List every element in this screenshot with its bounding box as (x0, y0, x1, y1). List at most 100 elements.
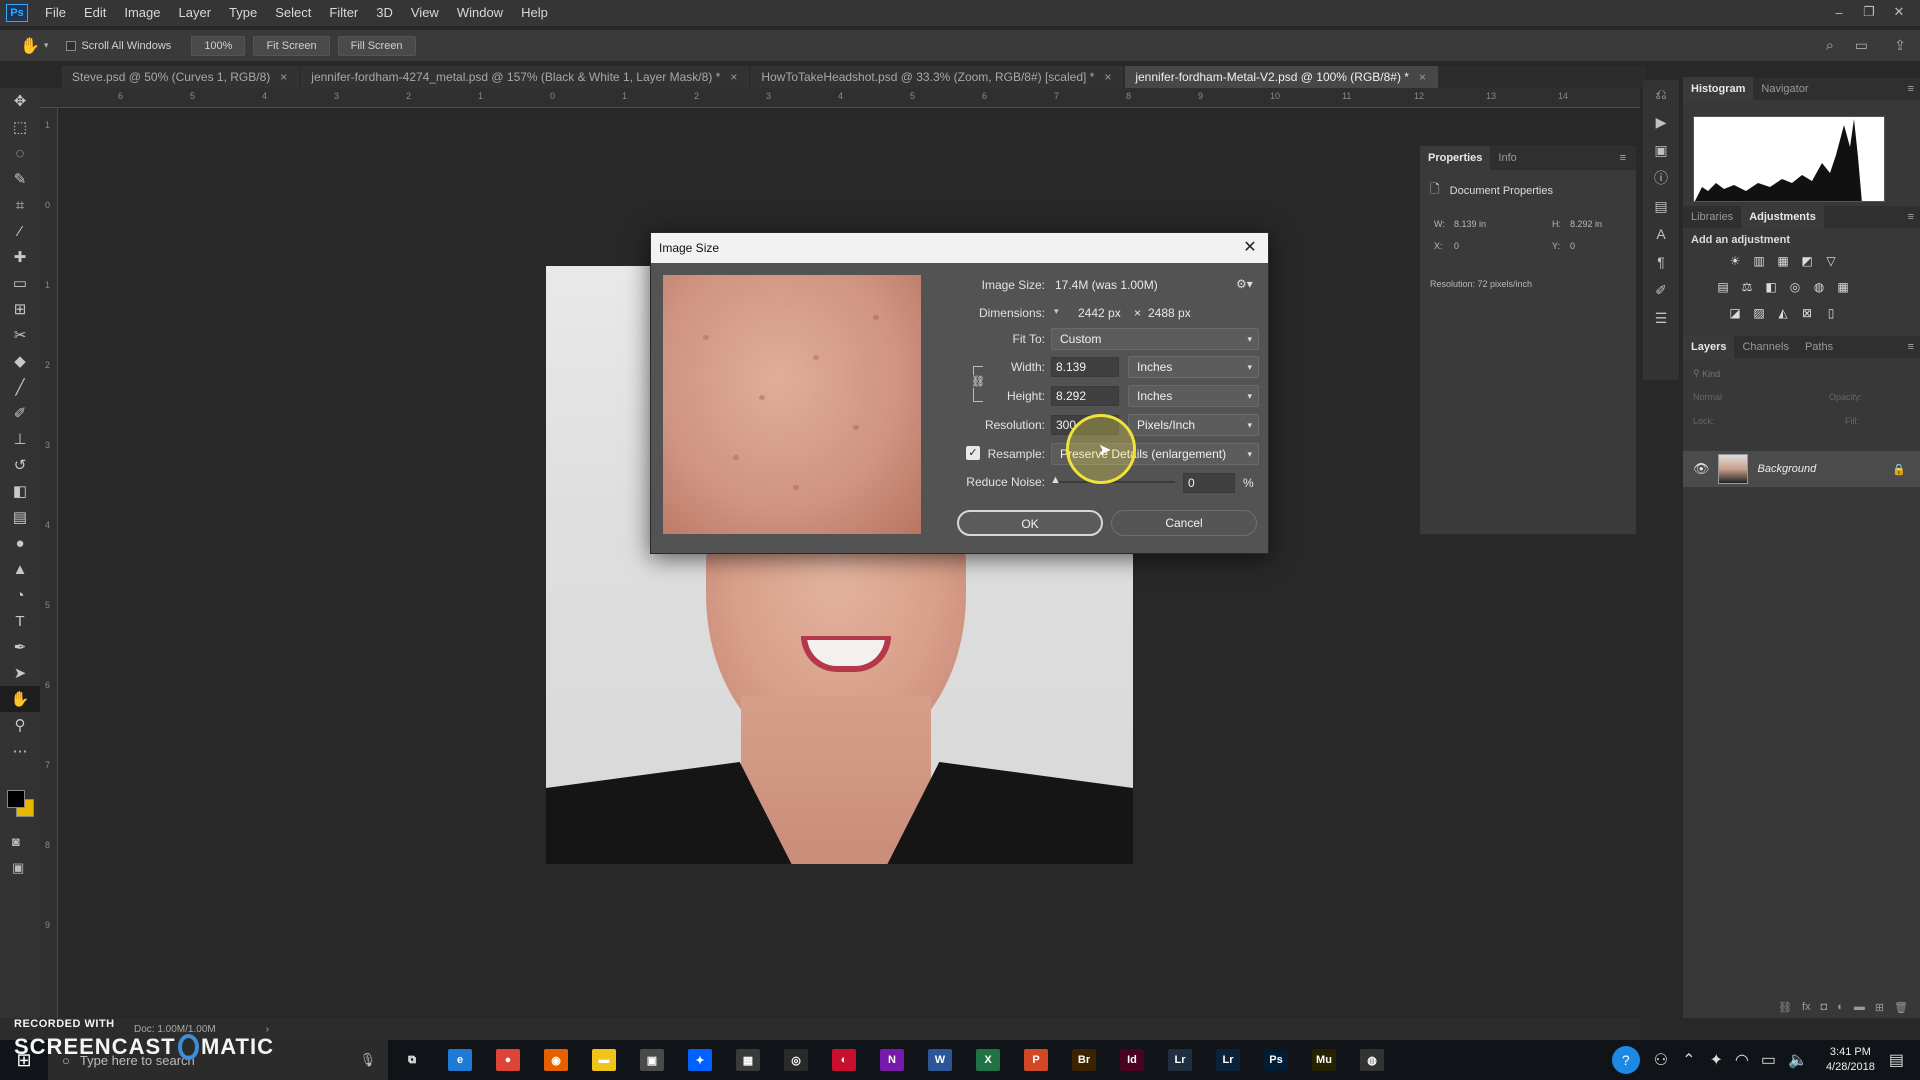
wifi-icon[interactable]: ◠ (1735, 1050, 1749, 1070)
selective-color-icon[interactable]: ⊠ (1798, 305, 1816, 321)
folder-icon[interactable]: ▬ (1854, 1001, 1865, 1013)
paint-bucket-tool-icon[interactable]: ◆ (0, 348, 40, 374)
taskbar-app-icon[interactable]: ▬ (580, 1040, 628, 1080)
status-menu-arrow[interactable]: › (266, 1024, 269, 1035)
taskbar-app-icon[interactable]: Br (1060, 1040, 1108, 1080)
notifications-icon[interactable]: ▤ (1889, 1050, 1904, 1070)
reduce-noise-slider-track[interactable] (1055, 481, 1175, 483)
eye-icon[interactable]: 👁 (1693, 461, 1710, 477)
fill-screen-button[interactable]: Fill Screen (337, 35, 416, 56)
layer-row-background[interactable]: 👁 Background 🔒 (1683, 451, 1920, 487)
image-preview[interactable] (663, 275, 921, 534)
tab-histogram[interactable]: Histogram (1683, 77, 1754, 101)
close-tab-icon[interactable]: × (1104, 66, 1111, 88)
height-unit-select[interactable]: Inches ▾ (1128, 385, 1259, 407)
taskbar-app-icon[interactable]: W (916, 1040, 964, 1080)
panel-menu-icon[interactable]: ≡ (1908, 83, 1914, 95)
close-tab-icon[interactable]: × (1419, 66, 1426, 88)
scissors-icon[interactable]: ✂ (0, 322, 40, 348)
photo-filter-icon[interactable]: ◎ (1786, 279, 1804, 295)
vibrance-icon[interactable]: ▽ (1822, 253, 1840, 269)
crop-tool-icon[interactable]: ⌗ (0, 192, 40, 218)
minimize-icon[interactable]: – (1824, 0, 1854, 24)
blur-tool-icon[interactable]: ● (0, 530, 40, 556)
gear-icon[interactable]: ⚙▾ (1236, 277, 1253, 291)
more-tools-icon[interactable]: ⋯ (0, 738, 40, 764)
curves-icon[interactable]: ▦ (1774, 253, 1792, 269)
slider-thumb-icon[interactable]: ▲ (1050, 474, 1061, 486)
chevron-up-icon[interactable]: ⌃ (1682, 1050, 1695, 1070)
dropbox-icon[interactable]: ✦ (1710, 1050, 1723, 1070)
tab-layers[interactable]: Layers (1683, 335, 1735, 359)
opacity-label[interactable]: Opacity: (1829, 392, 1862, 402)
info-icon[interactable]: ⓘ (1643, 164, 1679, 192)
menu-help[interactable]: Help (512, 0, 557, 26)
fit-screen-button[interactable]: Fit Screen (253, 35, 330, 56)
menu-filter[interactable]: Filter (320, 0, 367, 26)
eraser-tool-icon[interactable]: ◧ (0, 478, 40, 504)
quick-select-tool-icon[interactable]: ✎ (0, 166, 40, 192)
constrain-proportions-icon[interactable]: ⛓ (971, 375, 985, 388)
posterize-icon[interactable]: ▨ (1750, 305, 1768, 321)
adjustments-sliders-icon[interactable]: ☰ (1643, 304, 1679, 332)
channel-mixer-icon[interactable]: ◍ (1810, 279, 1828, 295)
taskbar-app-icon[interactable]: ● (484, 1040, 532, 1080)
workspace-icon[interactable]: ▭ (1855, 37, 1868, 54)
checkbox-box[interactable] (66, 40, 77, 51)
mask-icon[interactable]: ◘ (1821, 1001, 1828, 1013)
height-input[interactable]: 8.292 (1051, 386, 1119, 406)
chevron-down-icon[interactable]: ▾ (44, 40, 49, 51)
screen-mode-icon[interactable]: ▣ (12, 860, 24, 876)
tab-jennifer-metal[interactable]: jennifer-fordham-4274_metal.psd @ 157% (… (301, 66, 750, 88)
gradient-tool-icon[interactable]: ▤ (0, 504, 40, 530)
taskbar-app-icon[interactable]: Lr (1156, 1040, 1204, 1080)
dodge-tool-icon[interactable]: ◔ (0, 582, 40, 608)
zoom-100-button[interactable]: 100% (191, 35, 246, 56)
trash-icon[interactable]: 🗑 (1894, 1001, 1908, 1014)
taskbar-app-icon[interactable]: Ps (1252, 1040, 1300, 1080)
width-unit-select[interactable]: Inches ▾ (1128, 356, 1259, 378)
zoom-tool-icon[interactable]: ⚲ (0, 712, 40, 738)
black-white-icon[interactable]: ◧ (1762, 279, 1780, 295)
restore-icon[interactable]: ❐ (1854, 0, 1884, 24)
path-select-tool-icon[interactable]: ➤ (0, 660, 40, 686)
menu-select[interactable]: Select (266, 0, 320, 26)
line-tool-icon[interactable]: ╱ (0, 374, 40, 400)
fx-icon[interactable]: fx (1802, 1001, 1811, 1013)
resolution-unit-select[interactable]: Pixels/Inch ▾ (1128, 414, 1259, 436)
tab-adjustments[interactable]: Adjustments (1741, 205, 1824, 229)
share-icon[interactable]: ⇪ (1894, 37, 1906, 54)
new-layer-icon[interactable]: ⊞ (1875, 1001, 1884, 1014)
ruler-tool-icon[interactable]: ▭ (0, 270, 40, 296)
levels-icon[interactable]: ▥ (1750, 253, 1768, 269)
menu-edit[interactable]: Edit (75, 0, 115, 26)
tab-navigator[interactable]: Navigator (1753, 77, 1816, 101)
menu-3d[interactable]: 3D (367, 0, 402, 26)
tab-paths[interactable]: Paths (1797, 335, 1841, 359)
play-icon[interactable]: ▶ (1643, 108, 1679, 136)
close-tab-icon[interactable]: × (730, 66, 737, 88)
layer-filter-row[interactable]: ⚲ Kind (1693, 368, 1720, 379)
close-tab-icon[interactable]: × (280, 66, 287, 88)
taskbar-app-icon[interactable]: P (1012, 1040, 1060, 1080)
dialog-title-bar[interactable]: Image Size ✕ (651, 233, 1268, 263)
width-input[interactable]: 8.139 (1051, 357, 1119, 377)
exposure-icon[interactable]: ◩ (1798, 253, 1816, 269)
taskbar-app-icon[interactable]: ◎ (772, 1040, 820, 1080)
menu-view[interactable]: View (402, 0, 448, 26)
windows-start-icon[interactable]: ⊞ (0, 1040, 48, 1080)
brush-settings-icon[interactable]: ✐ (1643, 276, 1679, 304)
brightness-icon[interactable]: ☀ (1726, 253, 1744, 269)
microphone-icon[interactable]: 🎙 (359, 1052, 376, 1068)
search-icon[interactable]: ⌕ (1826, 37, 1834, 54)
menu-image[interactable]: Image (115, 0, 169, 26)
paragraph-icon[interactable]: ¶ (1643, 248, 1679, 276)
reduce-noise-input[interactable]: 0 (1183, 473, 1235, 493)
menu-file[interactable]: File (36, 0, 75, 26)
scroll-all-windows-checkbox[interactable]: Scroll All Windows (66, 40, 171, 52)
tab-properties[interactable]: Properties (1420, 146, 1491, 170)
adjustment-layer-icon[interactable]: ◐ (1837, 1001, 1844, 1013)
history-icon[interactable]: ⎌ (1643, 80, 1679, 108)
invert-icon[interactable]: ◪ (1726, 305, 1744, 321)
help-icon[interactable]: ? (1611, 1046, 1640, 1074)
